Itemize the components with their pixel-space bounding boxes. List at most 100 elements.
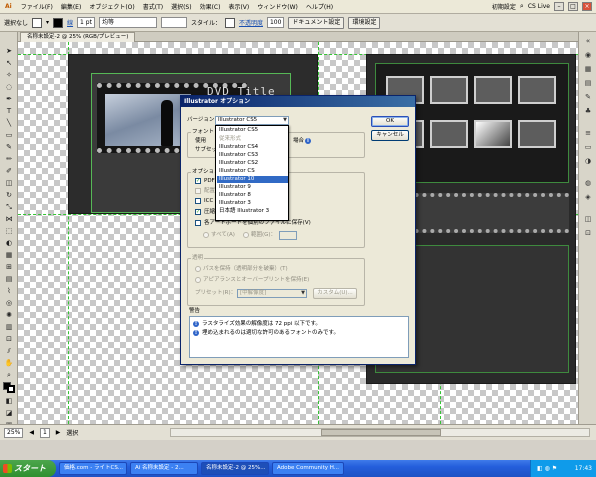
- graphic-styles-panel-icon[interactable]: ◈: [582, 192, 594, 202]
- version-select[interactable]: Illustrator CS5 ▼: [215, 116, 289, 125]
- include-linked-checkbox[interactable]: [195, 188, 201, 194]
- type-tool-icon[interactable]: T: [3, 106, 15, 116]
- width-tool-icon[interactable]: ⋈: [3, 214, 15, 224]
- horizontal-scrollbar[interactable]: [170, 428, 590, 437]
- opacity-field[interactable]: 100: [266, 17, 285, 28]
- stroke-label[interactable]: 線: [67, 18, 73, 27]
- stroke-style-select[interactable]: 均等: [98, 17, 157, 28]
- preferences-button[interactable]: 環境設定: [348, 16, 381, 29]
- menu-object[interactable]: オブジェクト(O): [85, 2, 138, 11]
- eyedropper-tool-icon[interactable]: ⌇: [3, 286, 15, 296]
- rotate-tool-icon[interactable]: ↻: [3, 190, 15, 200]
- hand-tool-icon[interactable]: ✋: [3, 358, 15, 368]
- pdf-compatible-checkbox[interactable]: ✓: [195, 178, 201, 184]
- gradient-tool-icon[interactable]: ▤: [3, 274, 15, 284]
- transparency-panel-icon[interactable]: ◑: [582, 156, 594, 166]
- cancel-button[interactable]: キャンセル: [371, 130, 409, 141]
- artboards-panel-icon[interactable]: ⊡: [582, 228, 594, 238]
- start-button[interactable]: スタート: [0, 460, 56, 477]
- layers-panel-icon[interactable]: ◫: [582, 214, 594, 224]
- draw-mode-icon[interactable]: ◪: [3, 408, 15, 418]
- keep-paths-radio[interactable]: [195, 266, 201, 272]
- taskbar-item[interactable]: 価格.com - ライトCS...: [59, 462, 127, 475]
- blob-brush-tool-icon[interactable]: ✐: [3, 166, 15, 176]
- slice-tool-icon[interactable]: ⫽: [3, 346, 15, 356]
- color-panel-icon[interactable]: ◉: [582, 50, 594, 60]
- search-icon[interactable]: ⌕: [520, 2, 524, 11]
- zoom-field[interactable]: 25%: [4, 427, 24, 438]
- symbol-sprayer-tool-icon[interactable]: ✺: [3, 310, 15, 320]
- next-artboard-icon[interactable]: ▶: [56, 429, 61, 436]
- mesh-tool-icon[interactable]: ⊞: [3, 262, 15, 272]
- dropdown-option[interactable]: Illustrator 8: [217, 192, 288, 199]
- tray-icons[interactable]: ◧ ◍ ⚑: [537, 465, 557, 472]
- dropdown-option[interactable]: Illustrator CS: [217, 168, 288, 175]
- stroke-weight-field[interactable]: 1 pt: [77, 17, 95, 28]
- dropdown-option[interactable]: Illustrator CS2: [217, 160, 288, 167]
- gradient-panel-icon[interactable]: ▭: [582, 142, 594, 152]
- menu-view[interactable]: 表示(V): [224, 2, 253, 11]
- dropdown-option[interactable]: Illustrator CS4: [217, 144, 288, 151]
- fill-stroke-icon[interactable]: [3, 382, 15, 393]
- taskbar-item[interactable]: Adobe Community H...: [272, 462, 344, 475]
- dropdown-option[interactable]: Illustrator 9: [217, 184, 288, 191]
- pencil-tool-icon[interactable]: ✏: [3, 154, 15, 164]
- blend-tool-icon[interactable]: ◎: [3, 298, 15, 308]
- menu-file[interactable]: ファイル(F): [17, 2, 57, 11]
- scale-tool-icon[interactable]: ⤡: [3, 202, 15, 212]
- swatches-panel-icon[interactable]: ▤: [582, 78, 594, 88]
- maximize-icon[interactable]: □: [568, 2, 578, 11]
- direct-selection-tool-icon[interactable]: ↖: [3, 58, 15, 68]
- stroke-panel-icon[interactable]: ≡: [582, 128, 594, 138]
- pen-tool-icon[interactable]: ✒: [3, 94, 15, 104]
- dropdown-option[interactable]: Illustrator 3: [217, 200, 288, 207]
- fill-swatch[interactable]: [32, 17, 43, 28]
- document-tab[interactable]: 名称未設定-2 @ 25% (RGB/プレビュー): [20, 32, 136, 42]
- paintbrush-tool-icon[interactable]: ✎: [3, 142, 15, 152]
- graph-tool-icon[interactable]: ▥: [3, 322, 15, 332]
- selection-tool-icon[interactable]: ➤: [3, 46, 15, 56]
- stroke-swatch[interactable]: [53, 17, 64, 28]
- free-transform-tool-icon[interactable]: ⬚: [3, 226, 15, 236]
- symbols-panel-icon[interactable]: ♣: [582, 106, 594, 116]
- shape-builder-tool-icon[interactable]: ◐: [3, 238, 15, 248]
- compress-checkbox[interactable]: ✓: [195, 209, 201, 215]
- magic-wand-tool-icon[interactable]: ✧: [3, 70, 15, 80]
- artboard-number-field[interactable]: 1: [39, 427, 50, 438]
- rectangle-tool-icon[interactable]: ▭: [3, 130, 15, 140]
- panel-collapse-icon[interactable]: «: [582, 36, 594, 46]
- eraser-tool-icon[interactable]: ◫: [3, 178, 15, 188]
- appearance-panel-icon[interactable]: ◍: [582, 178, 594, 188]
- dropdown-option-selected[interactable]: Illustrator 10: [217, 176, 288, 183]
- dropdown-option[interactable]: Illustrator CS5: [217, 127, 288, 134]
- range-radio[interactable]: [243, 232, 249, 238]
- graphic-style-swatch[interactable]: [224, 17, 235, 28]
- taskbar-item[interactable]: Ai 名称未設定 - 2...: [130, 462, 198, 475]
- menu-effect[interactable]: 効果(C): [196, 2, 225, 11]
- menu-type[interactable]: 書式(T): [139, 2, 167, 11]
- menu-help[interactable]: ヘルプ(H): [302, 2, 337, 11]
- scrollbar-thumb[interactable]: [321, 429, 441, 436]
- menu-select[interactable]: 選択(S): [167, 2, 196, 11]
- minimize-icon[interactable]: –: [554, 2, 564, 11]
- chevron-down-icon[interactable]: ▾: [46, 19, 49, 26]
- save-artboards-checkbox[interactable]: [195, 220, 201, 226]
- workspace-switcher[interactable]: 初期設定: [492, 2, 516, 11]
- cslive-button[interactable]: CS Live: [528, 3, 550, 10]
- zoom-tool-icon[interactable]: ⌕: [3, 370, 15, 380]
- range-all-radio[interactable]: [203, 232, 209, 238]
- document-setup-button[interactable]: ドキュメント設定: [288, 16, 345, 29]
- line-tool-icon[interactable]: ╲: [3, 118, 15, 128]
- custom-button[interactable]: カスタム(U)...: [313, 288, 357, 299]
- keep-appearance-radio[interactable]: [195, 277, 201, 283]
- range-input[interactable]: [279, 231, 297, 240]
- menu-window[interactable]: ウィンドウ(W): [253, 2, 302, 11]
- menu-edit[interactable]: 編集(E): [57, 2, 85, 11]
- opacity-label[interactable]: 不透明度: [239, 18, 263, 27]
- brush-select[interactable]: [160, 17, 187, 28]
- perspective-grid-tool-icon[interactable]: ▦: [3, 250, 15, 260]
- artboard-tool-icon[interactable]: ⊡: [3, 334, 15, 344]
- color-mode-icon[interactable]: ◧: [3, 396, 15, 406]
- prev-artboard-icon[interactable]: ◀: [29, 429, 34, 436]
- dropdown-option[interactable]: Illustrator CS3: [217, 152, 288, 159]
